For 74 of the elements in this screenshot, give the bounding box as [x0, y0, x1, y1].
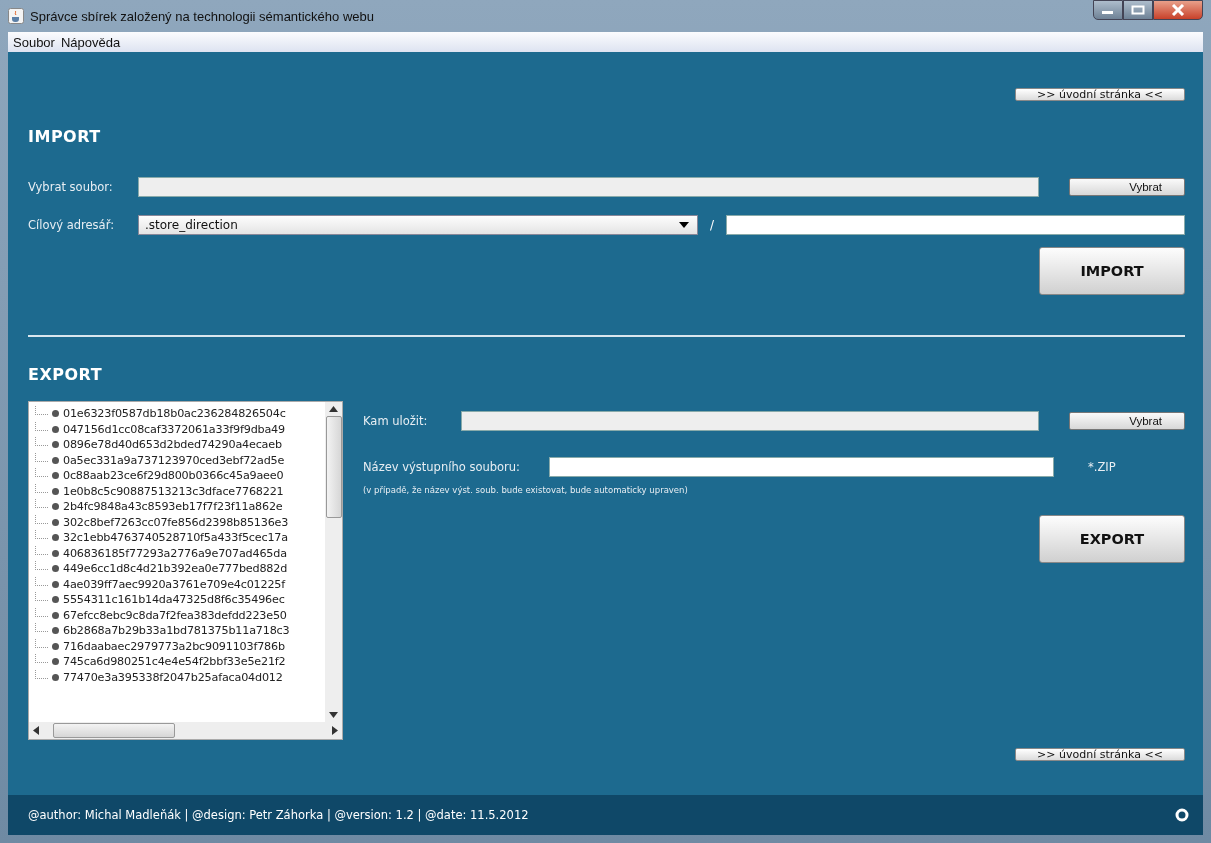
java-cup-icon [8, 8, 24, 24]
field-label: Cílový adresář: [28, 218, 116, 232]
section-heading: IMPORT [28, 127, 102, 148]
scroll-up-arrow-icon[interactable] [329, 406, 338, 412]
file-extension-label: *.ZIP [1088, 460, 1116, 474]
scroll-left-arrow-icon[interactable] [33, 726, 39, 735]
node-bullet-icon [52, 534, 59, 542]
close-button[interactable] [1153, 0, 1203, 20]
tree-item[interactable]: 01e6323f0587db18b0ac236284826504c [63, 407, 286, 421]
choose-folder-button[interactable]: Vybrat [1069, 412, 1185, 430]
dropdown-arrow-icon [679, 222, 689, 228]
export-button[interactable]: EXPORT [1039, 515, 1185, 563]
tree-item[interactable]: 047156d1cc08caf3372061a33f9f9dba49 [63, 422, 285, 436]
tree-item[interactable]: 1e0b8c5c90887513213c3dface7768221 [63, 484, 284, 498]
node-bullet-icon [52, 580, 59, 588]
node-bullet-icon [52, 441, 59, 449]
tree-item[interactable]: 406836185f77293a2776a9e707ad465da [63, 546, 287, 560]
node-bullet-icon [52, 627, 59, 635]
node-bullet-icon [52, 487, 59, 495]
node-bullet-icon [52, 673, 59, 681]
ring-icon [1175, 808, 1189, 822]
menu-item[interactable]: Soubor [13, 34, 55, 50]
scroll-right-arrow-icon[interactable] [332, 726, 338, 735]
close-icon [1170, 4, 1186, 16]
tree-item[interactable]: 5554311c161b14da47325d8f6c35496ec [63, 593, 285, 607]
tree-item[interactable]: 0896e78d40d653d2bded74290a4ecaeb [63, 438, 282, 452]
menu-item[interactable]: Nápověda [60, 34, 121, 50]
credits-text: @author: Michal Madleňák | @design: Petr Záhorka | @version: 1.2 | @date: 11.5.2012 [28, 808, 529, 822]
tree-item[interactable]: 4ae039ff7aec9920a3761e709e4c01225f [63, 577, 285, 591]
target-directory-dropdown[interactable]: .store_direction [138, 215, 698, 235]
field-label: Vybrat soubor: [28, 180, 114, 194]
tree-item[interactable]: 67efcc8ebc9c8da7f2fea383defdd223e50 [63, 608, 287, 622]
maximize-button[interactable] [1123, 0, 1153, 20]
node-bullet-icon [52, 503, 59, 511]
hint-text: (v případě, že název výst. soub. bude existovat, bude automaticky upraven) [363, 485, 689, 495]
tree-item[interactable]: 6b2868a7b29b33a1bd781375b11a718c3 [63, 624, 290, 638]
scroll-down-arrow-icon[interactable] [329, 712, 338, 718]
vertical-scrollbar[interactable] [325, 402, 342, 722]
tree-item[interactable]: 0a5ec331a9a737123970ced3ebf72ad5e [63, 453, 285, 467]
minimize-button[interactable] [1093, 0, 1123, 20]
tree-item[interactable]: 716daabaec2979773a2bc9091103f786b [63, 639, 285, 653]
field-label: Kam uložit: [363, 414, 429, 428]
tree-item[interactable]: 449e6cc1d8c4d21b392ea0e777bed882d [63, 562, 288, 576]
horizontal-scrollbar[interactable] [29, 722, 342, 739]
node-bullet-icon [52, 518, 59, 526]
file-path-field[interactable] [138, 177, 1039, 197]
tree-item[interactable]: 0c88aab23ce6f29d800b0366c45a9aee0 [63, 469, 284, 483]
node-bullet-icon [52, 658, 59, 666]
node-bullet-icon [52, 425, 59, 433]
save-location-field[interactable] [461, 411, 1039, 431]
tree-item[interactable]: 302c8bef7263cc07fe856d2398b85136e3 [63, 515, 289, 529]
tree-item[interactable]: 77470e3a395338f2047b25afaca04d012 [63, 670, 283, 684]
field-label: Název výstupního souboru: [363, 460, 521, 474]
subdirectory-field[interactable] [726, 215, 1185, 235]
home-page-button[interactable]: >> úvodní stránka << [1015, 748, 1185, 761]
node-bullet-icon [52, 642, 59, 650]
node-bullet-icon [52, 472, 59, 480]
node-bullet-icon [52, 410, 59, 418]
tree-item[interactable]: 32c1ebb4763740528710f5a433f5cec17a [63, 531, 288, 545]
path-separator: / [710, 218, 715, 232]
import-button[interactable]: IMPORT [1039, 247, 1185, 295]
choose-file-button[interactable]: Vybrat [1069, 178, 1185, 196]
section-heading: EXPORT [28, 365, 104, 386]
node-bullet-icon [52, 596, 59, 604]
node-bullet-icon [52, 549, 59, 557]
home-page-button[interactable]: >> úvodní stránka << [1015, 88, 1185, 101]
node-bullet-icon [52, 565, 59, 573]
output-filename-field[interactable] [549, 457, 1054, 477]
maximize-icon [1131, 5, 1145, 15]
window-title: Správce sbírek založený na technologii sémantického webu [30, 8, 374, 24]
node-bullet-icon [52, 456, 59, 464]
node-bullet-icon [52, 611, 59, 619]
tree-item[interactable]: 745ca6d980251c4e4e54f2bbf33e5e21f2 [63, 655, 286, 669]
tree-item[interactable]: 2b4fc9848a43c8593eb17f7f23f11a862e [63, 500, 283, 514]
